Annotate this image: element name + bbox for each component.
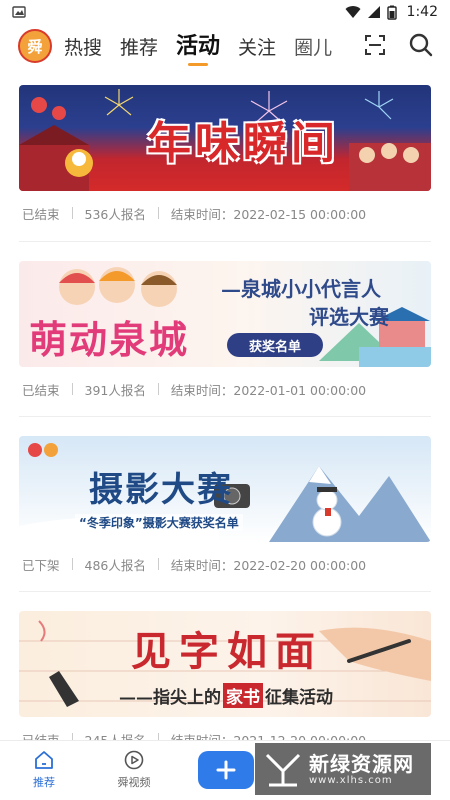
create-post-button[interactable] bbox=[198, 751, 254, 789]
signal-icon bbox=[367, 6, 380, 18]
bottom-tab-bar: 推荐 舜视频 新绿资源网 www.xlhs.com bbox=[0, 740, 450, 800]
activity-end-time: 结束时间：2022-02-15 00:00:00 bbox=[170, 206, 367, 222]
activity-status: 已结束 bbox=[22, 206, 60, 222]
activity-card[interactable]: 见字如面 ——指尖上的 家书 征集活动 已结束 245人报名 结束时间：2021… bbox=[19, 611, 431, 740]
home-icon bbox=[35, 751, 53, 769]
activity-card[interactable]: 摄影大赛 “冬季印象”摄影大赛获奖名单 已下架 486人报名 结束时间：2022… bbox=[19, 436, 431, 586]
banner-title: 萌动泉城 bbox=[29, 317, 190, 362]
activity-banner[interactable]: 萌动泉城 —泉城小小代言人 评选大赛 获奖名单 bbox=[19, 261, 431, 367]
activity-feed[interactable]: 年味瞬间 已结束 536人报名 结束时间：2022-02-15 00:00:00… bbox=[0, 68, 450, 740]
scan-icon[interactable] bbox=[364, 34, 386, 56]
activity-meta: 已结束 245人报名 结束时间：2021-12-20 00:00:00 bbox=[22, 717, 431, 740]
banner-subtitle-2: 评选大赛 bbox=[309, 305, 389, 329]
activity-banner[interactable]: 见字如面 ——指尖上的 家书 征集活动 bbox=[19, 611, 431, 717]
activity-banner[interactable]: 摄影大赛 “冬季印象”摄影大赛获奖名单 bbox=[19, 436, 431, 542]
banner-highlight: 家书 bbox=[223, 683, 263, 708]
card-divider bbox=[19, 416, 431, 417]
meta-divider bbox=[157, 733, 159, 740]
meta-divider bbox=[71, 733, 73, 740]
wifi-icon bbox=[345, 6, 361, 19]
meta-divider bbox=[71, 207, 73, 219]
activity-signups: 486人报名 bbox=[84, 557, 146, 573]
status-bar: 1:42 bbox=[0, 0, 450, 24]
plus-icon bbox=[216, 760, 236, 780]
card-divider bbox=[19, 591, 431, 592]
bottom-tab-label: 舜视频 bbox=[117, 776, 151, 789]
banner-subtitle: ——指尖上的 bbox=[119, 688, 221, 708]
activity-status: 已结束 bbox=[22, 382, 60, 398]
top-tabs: 热搜 推荐 活动 关注 圈儿 bbox=[64, 26, 350, 66]
tab-follow[interactable]: 关注 bbox=[238, 33, 276, 66]
tab-activities[interactable]: 活动 bbox=[176, 28, 220, 66]
banner-subtitle: —泉城小小代言人 bbox=[221, 277, 381, 301]
battery-icon bbox=[386, 5, 397, 20]
meta-divider bbox=[157, 558, 159, 570]
activity-status: 已结束 bbox=[22, 732, 60, 741]
banner-subtitle-end: 征集活动 bbox=[265, 688, 333, 708]
search-icon[interactable] bbox=[408, 32, 434, 58]
watermark-logo-icon bbox=[265, 753, 301, 787]
video-play-icon bbox=[124, 750, 144, 770]
activity-banner[interactable]: 年味瞬间 bbox=[19, 85, 431, 191]
activity-status: 已下架 bbox=[22, 557, 60, 573]
banner-title: 年味瞬间 bbox=[147, 118, 339, 169]
meta-divider bbox=[71, 558, 73, 570]
activity-card[interactable]: 萌动泉城 —泉城小小代言人 评选大赛 获奖名单 已结束 391人报名 结束时间：… bbox=[19, 261, 431, 411]
activity-end-time: 结束时间：2022-01-01 00:00:00 bbox=[170, 382, 367, 398]
activity-card[interactable]: 年味瞬间 已结束 536人报名 结束时间：2022-02-15 00:00:00 bbox=[19, 85, 431, 235]
tab-hot-search[interactable]: 热搜 bbox=[64, 33, 102, 66]
banner-title: 见字如面 bbox=[131, 628, 323, 675]
activity-meta: 已结束 536人报名 结束时间：2022-02-15 00:00:00 bbox=[22, 191, 431, 235]
clock-time: 1:42 bbox=[406, 4, 438, 20]
banner-title: 摄影大赛 bbox=[89, 470, 233, 510]
watermark-text: 新绿资源网 bbox=[309, 751, 414, 776]
meta-divider bbox=[71, 383, 73, 395]
meta-divider bbox=[157, 207, 159, 219]
tab-circle[interactable]: 圈儿 bbox=[294, 33, 332, 66]
activity-end-time: 结束时间：2021-12-20 00:00:00 bbox=[170, 732, 367, 741]
winners-list-button[interactable]: 获奖名单 bbox=[227, 333, 323, 357]
activity-end-time: 结束时间：2022-02-20 00:00:00 bbox=[170, 557, 367, 573]
app-logo[interactable]: 舜 bbox=[18, 29, 52, 63]
site-watermark: 新绿资源网 www.xlhs.com bbox=[255, 743, 431, 795]
activity-signups: 391人报名 bbox=[84, 382, 146, 398]
bottom-tab-label: 推荐 bbox=[33, 776, 55, 789]
tab-recommend[interactable]: 推荐 bbox=[120, 33, 158, 66]
meta-divider bbox=[157, 383, 159, 395]
activity-meta: 已结束 391人报名 结束时间：2022-01-01 00:00:00 bbox=[22, 367, 431, 411]
activity-signups: 245人报名 bbox=[84, 732, 146, 741]
banner-subtitle-row: ——指尖上的 家书 征集活动 bbox=[119, 683, 333, 708]
top-nav: 舜 热搜 推荐 活动 关注 圈儿 bbox=[0, 26, 450, 66]
watermark-url: www.xlhs.com bbox=[309, 774, 393, 786]
bottom-tab-recommend[interactable]: 推荐 bbox=[14, 749, 74, 790]
activity-meta: 已下架 486人报名 结束时间：2022-02-20 00:00:00 bbox=[22, 542, 431, 586]
winners-list-label: 获奖名单 bbox=[248, 339, 301, 355]
image-notification-icon bbox=[12, 6, 26, 18]
card-divider bbox=[19, 241, 431, 242]
bottom-tab-video[interactable]: 舜视频 bbox=[104, 749, 164, 790]
app-logo-text: 舜 bbox=[27, 37, 43, 56]
activity-signups: 536人报名 bbox=[84, 206, 146, 222]
banner-subtitle: “冬季印象”摄影大赛获奖名单 bbox=[75, 514, 243, 531]
